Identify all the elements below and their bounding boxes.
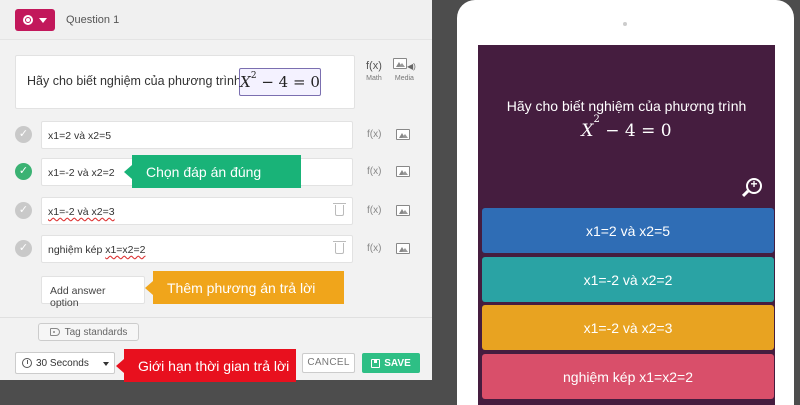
- formula-rest: − 4 = 0: [605, 121, 672, 141]
- formula-rest: − 4 = 0: [261, 73, 320, 91]
- answer-input[interactable]: x1=-2 và x2=3: [41, 197, 353, 225]
- chevron-down-icon: [39, 17, 47, 23]
- preview-option[interactable]: nghiệm kép x1=x2=2: [482, 354, 774, 399]
- preview-option[interactable]: x1=2 và x2=5: [482, 208, 774, 253]
- formula-exponent: 2: [250, 71, 257, 81]
- trash-icon[interactable]: [333, 203, 346, 216]
- function-icon[interactable]: f(x): [367, 166, 381, 177]
- tag-standards-label: Tag standards: [64, 326, 128, 338]
- formula-exponent: 2: [593, 114, 600, 126]
- image-icon[interactable]: [396, 166, 410, 177]
- answer-text: x1=-2 và x2=2: [48, 167, 115, 179]
- image-icon[interactable]: [396, 129, 410, 140]
- answer-text: x1=-2 và x2=3: [48, 206, 115, 218]
- answer-input[interactable]: nghiệm kép x1=x2=2: [41, 235, 353, 263]
- tag-icon: [49, 328, 60, 336]
- image-icon[interactable]: [396, 243, 410, 254]
- radio-icon: [23, 15, 33, 25]
- formula-base: X: [581, 121, 594, 141]
- math-formula[interactable]: X2 − 4 = 0: [239, 68, 321, 96]
- cancel-button[interactable]: CANCEL: [302, 353, 355, 373]
- zoom-in-icon[interactable]: [746, 177, 762, 194]
- callout-correct-answer: Chọn đáp án đúng: [124, 155, 301, 188]
- media-tool-button[interactable]: ◀) Media: [393, 58, 416, 82]
- math-tool-label: Math: [366, 75, 382, 82]
- divider: [0, 317, 432, 318]
- function-icon[interactable]: f(x): [367, 129, 381, 140]
- question-type-button[interactable]: [15, 9, 55, 31]
- correct-check-icon[interactable]: ✓: [15, 240, 32, 257]
- save-label: SAVE: [384, 357, 411, 369]
- tablet-camera: [623, 22, 627, 26]
- math-tool-button[interactable]: f(x) Math: [366, 60, 382, 82]
- tag-standards-button[interactable]: Tag standards: [38, 323, 139, 341]
- function-icon: f(x): [366, 60, 382, 72]
- question-text: Hãy cho biết nghiệm của phương trình: [27, 74, 241, 88]
- preview-option[interactable]: x1=-2 và x2=2: [482, 257, 774, 302]
- callout-time-limit: Giới hạn thời gian trả lời: [116, 349, 296, 382]
- clock-icon: [22, 358, 32, 368]
- answer-row: ✓ x1=-2 và x2=3 f(x): [15, 197, 415, 225]
- preview-question-text: Hãy cho biết nghiệm của phương trình: [506, 98, 747, 114]
- answer-input[interactable]: x1=2 và x2=5: [41, 121, 353, 149]
- time-limit-select[interactable]: 30 Seconds: [15, 352, 115, 374]
- image-icon[interactable]: [396, 205, 410, 216]
- add-answer-option-button[interactable]: Add answer option: [41, 276, 145, 309]
- time-limit-value: 30 Seconds: [36, 357, 89, 369]
- tablet-preview: Hãy cho biết nghiệm của phương trình X2 …: [457, 0, 794, 405]
- chevron-down-icon: [103, 362, 109, 366]
- question-input[interactable]: Hãy cho biết nghiệm của phương trình X2 …: [15, 55, 355, 109]
- image-icon: [393, 58, 407, 69]
- correct-check-icon[interactable]: ✓: [15, 163, 32, 180]
- correct-check-icon[interactable]: ✓: [15, 126, 32, 143]
- save-icon: [371, 358, 381, 368]
- function-icon[interactable]: f(x): [367, 243, 381, 254]
- callout-add-option: Thêm phương án trả lời: [145, 271, 344, 304]
- answer-row: ✓ nghiệm kép x1=x2=2 f(x): [15, 235, 415, 263]
- question-editor: Question 1 Hãy cho biết nghiệm của phươn…: [0, 0, 432, 380]
- correct-check-icon[interactable]: ✓: [15, 202, 32, 219]
- media-tool-label: Media: [394, 75, 414, 82]
- trash-icon[interactable]: [333, 241, 346, 254]
- preview-formula: X2 − 4 = 0: [478, 114, 775, 141]
- preview-option[interactable]: x1=-2 và x2=3: [482, 305, 774, 350]
- function-icon[interactable]: f(x): [367, 205, 381, 216]
- save-button[interactable]: SAVE: [362, 353, 420, 373]
- preview-screen: Hãy cho biết nghiệm của phương trình X2 …: [478, 45, 775, 405]
- question-label: Question 1: [66, 14, 120, 26]
- answer-row: ✓ x1=2 và x2=5 f(x): [15, 121, 415, 149]
- formula-base: X: [240, 73, 251, 91]
- editor-header: Question 1: [0, 0, 432, 40]
- answer-text: nghiệm kép: [48, 244, 106, 256]
- answer-text-underlined: x1=x2=2: [105, 244, 146, 256]
- answer-text: x1=2 và x2=5: [48, 130, 112, 142]
- audio-icon: ◀): [407, 62, 416, 71]
